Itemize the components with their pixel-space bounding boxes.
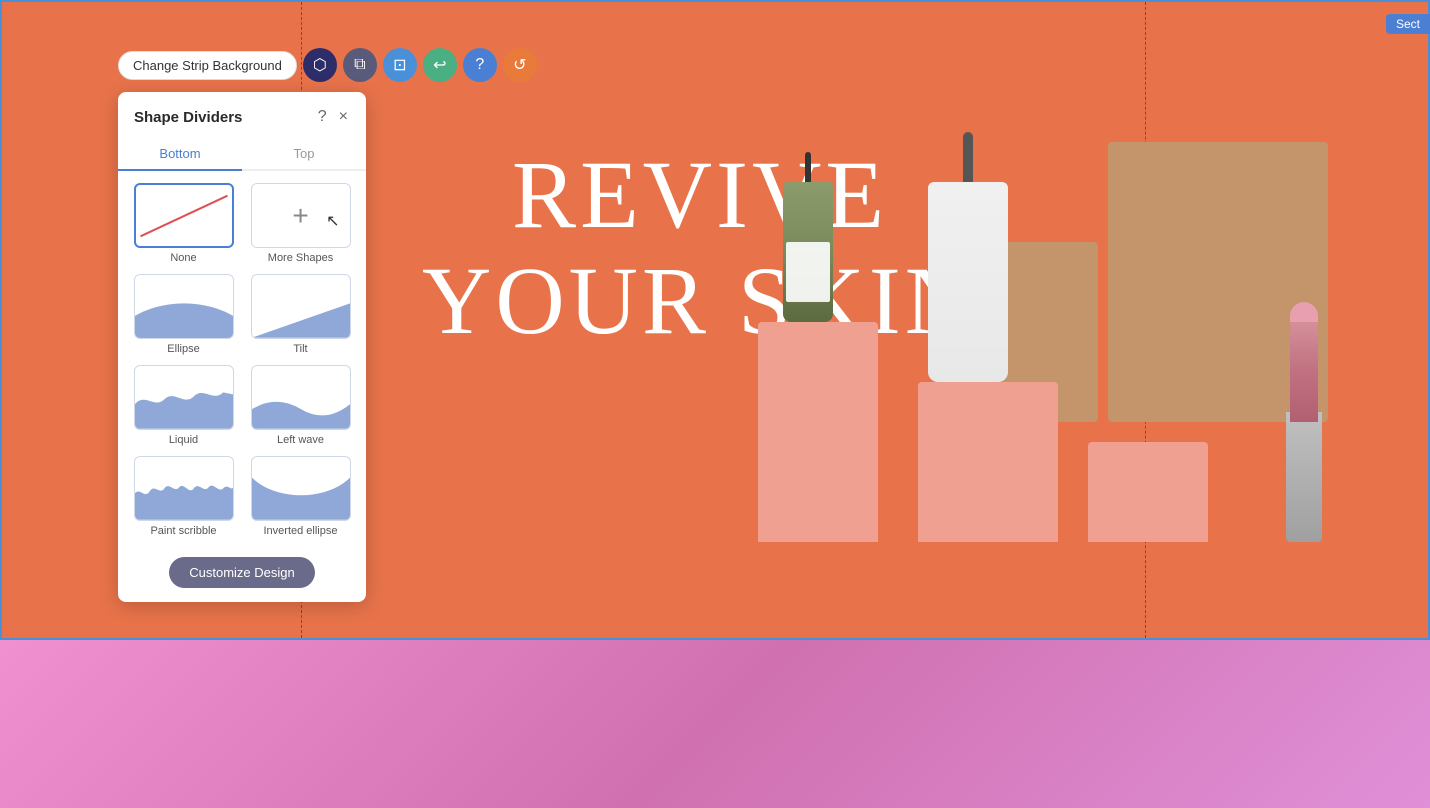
shape-liquid-preview[interactable]: [134, 365, 234, 430]
shape-more-preview[interactable]: + ↖: [251, 183, 351, 248]
shape-paint-scribble-item[interactable]: Paint scribble: [130, 456, 237, 537]
shape-none-preview[interactable]: [134, 183, 234, 248]
shape-left-wave-label: Left wave: [277, 434, 324, 446]
ellipse-svg: [135, 274, 233, 338]
bottle-dropper: [783, 182, 833, 322]
customize-design-button[interactable]: Customize Design: [169, 557, 315, 588]
panel-tabs: Bottom Top: [118, 138, 366, 171]
panel-help-button[interactable]: ?: [316, 106, 329, 128]
wix-icon: ⬡: [313, 55, 327, 75]
panel-close-button[interactable]: ×: [337, 106, 350, 128]
shape-ellipse-preview[interactable]: [134, 274, 234, 339]
liquid-svg: [135, 365, 233, 429]
duplicate-icon: ⧉: [354, 56, 365, 74]
none-diagonal-line: [140, 194, 228, 236]
section-label: Sect: [1386, 14, 1430, 34]
shape-ellipse-item[interactable]: Ellipse: [130, 274, 237, 355]
shape-left-wave-item[interactable]: Left wave: [247, 365, 354, 446]
panel-title: Shape Dividers: [134, 109, 242, 126]
panel-header-icons: ? ×: [316, 106, 350, 128]
link-icon: ↩: [433, 55, 446, 75]
pedestal-tall: [758, 322, 878, 542]
shape-ellipse-label: Ellipse: [167, 343, 199, 355]
crop-button[interactable]: ⊡: [383, 48, 417, 82]
inverted-ellipse-svg: [252, 456, 350, 520]
plus-icon: +: [292, 200, 308, 232]
tab-bottom[interactable]: Bottom: [118, 138, 242, 171]
bottle-label: [786, 242, 830, 302]
shape-paint-scribble-preview[interactable]: [134, 456, 234, 521]
shape-none-inner: [136, 185, 232, 246]
shape-none-label: None: [170, 252, 196, 264]
shape-inverted-ellipse-preview[interactable]: [251, 456, 351, 521]
shape-dividers-panel: Shape Dividers ? × Bottom Top: [118, 92, 366, 602]
shape-more-item[interactable]: + ↖ More Shapes: [247, 183, 354, 264]
wix-icon-button[interactable]: ⬡: [303, 48, 337, 82]
shape-tilt-label: Tilt: [293, 343, 307, 355]
cursor-icon: ↖: [326, 211, 339, 231]
panel-footer: Customize Design: [118, 549, 366, 602]
change-bg-button[interactable]: Change Strip Background: [118, 51, 297, 80]
shape-tilt-item[interactable]: Tilt: [247, 274, 354, 355]
shape-liquid-label: Liquid: [169, 434, 198, 446]
crop-icon: ⊡: [393, 55, 406, 75]
toolbar: Change Strip Background ⬡ ⧉ ⊡ ↩ ? ↺: [118, 48, 537, 82]
shape-tilt-preview[interactable]: [251, 274, 351, 339]
pedestal-short: [1088, 442, 1208, 542]
settings-button[interactable]: ↺: [503, 48, 537, 82]
shape-paint-scribble-label: Paint scribble: [150, 525, 216, 537]
help-button[interactable]: ?: [463, 48, 497, 82]
pink-section: [0, 640, 1430, 808]
bottle-pump: [928, 182, 1008, 382]
help-icon: ?: [475, 56, 484, 74]
shape-liquid-item[interactable]: Liquid: [130, 365, 237, 446]
left-wave-svg: [252, 365, 350, 429]
settings-icon: ↺: [513, 55, 526, 75]
duplicate-button[interactable]: ⧉: [343, 48, 377, 82]
tab-top[interactable]: Top: [242, 138, 366, 171]
lipstick-body: [1286, 412, 1322, 542]
shape-none-item[interactable]: None: [130, 183, 237, 264]
shape-left-wave-preview[interactable]: [251, 365, 351, 430]
pedestal-medium: [918, 382, 1058, 542]
lipstick: [1290, 322, 1318, 422]
link-button[interactable]: ↩: [423, 48, 457, 82]
shape-inverted-ellipse-item[interactable]: Inverted ellipse: [247, 456, 354, 537]
tilt-svg: [252, 274, 350, 338]
shape-grid: None + ↖ More Shapes Elli: [118, 171, 366, 549]
paint-scribble-svg: [135, 456, 233, 520]
shape-inverted-ellipse-label: Inverted ellipse: [264, 525, 338, 537]
product-area: [698, 62, 1348, 622]
panel-header: Shape Dividers ? ×: [118, 92, 366, 138]
canvas: REVIVE YOUR SKIN: [0, 0, 1430, 808]
skincare-scene: [698, 62, 1348, 622]
shape-more-label: More Shapes: [268, 252, 333, 264]
